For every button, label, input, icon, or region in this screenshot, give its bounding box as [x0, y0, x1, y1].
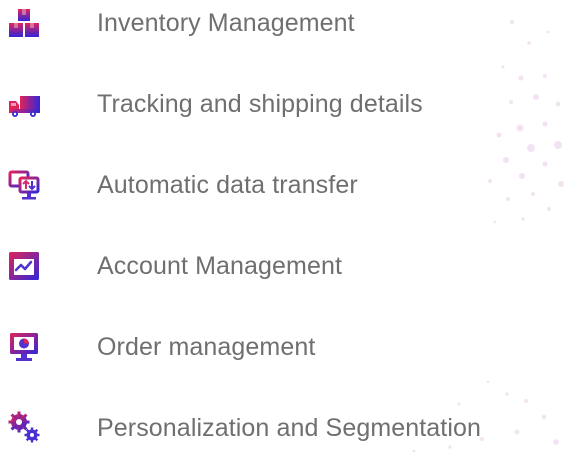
feature-automatic-data-transfer: Automatic data transfer	[0, 162, 567, 208]
feature-label: Automatic data transfer	[97, 171, 358, 199]
feature-label: Order management	[97, 333, 316, 361]
feature-label: Tracking and shipping details	[97, 90, 423, 118]
feature-label: Account Management	[97, 252, 343, 280]
monitor-pie-chart-icon	[5, 329, 43, 365]
truck-icon	[5, 86, 43, 122]
feature-inventory-management: Inventory Management	[0, 0, 567, 46]
feature-account-management: Account Management	[0, 243, 567, 289]
feature-order-management: Order management	[0, 324, 567, 370]
feature-tracking-shipping: Tracking and shipping details	[0, 81, 567, 127]
feature-label: Inventory Management	[97, 9, 355, 37]
feature-list-page: { "features": [ { "icon": "boxes-icon", …	[0, 0, 567, 455]
gears-icon	[5, 410, 43, 446]
chart-window-icon	[5, 248, 43, 284]
feature-list: Inventory Management Tracking and shippi…	[0, 0, 567, 455]
monitor-transfer-icon	[5, 167, 43, 203]
boxes-icon	[5, 5, 43, 41]
feature-personalization-segmentation: Personalization and Segmentation	[0, 405, 567, 451]
feature-label: Personalization and Segmentation	[97, 414, 482, 442]
